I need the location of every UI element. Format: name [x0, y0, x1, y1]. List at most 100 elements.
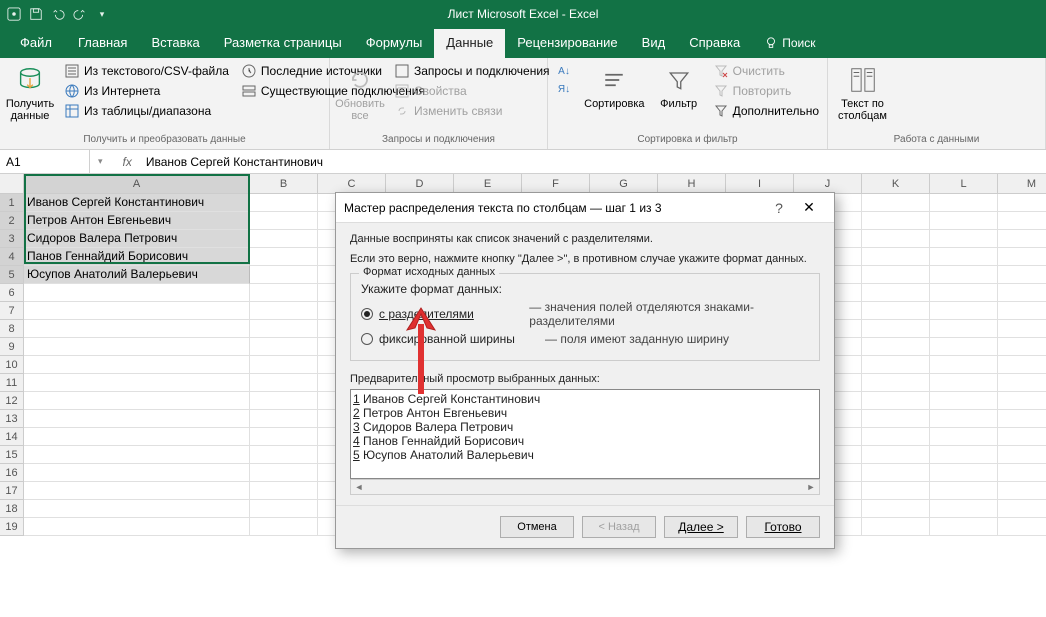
row-header[interactable]: 2	[0, 212, 23, 230]
cell[interactable]	[24, 446, 250, 464]
cell[interactable]: Петров Антон Евгеньевич	[24, 212, 250, 230]
cell[interactable]	[862, 464, 930, 482]
tab-home[interactable]: Главная	[66, 29, 139, 58]
cell[interactable]	[930, 428, 998, 446]
cell[interactable]	[250, 230, 318, 248]
row-header[interactable]: 16	[0, 464, 23, 482]
cell[interactable]	[862, 374, 930, 392]
row-header[interactable]: 12	[0, 392, 23, 410]
cell[interactable]	[930, 518, 998, 536]
column-header[interactable]: A	[24, 174, 250, 193]
row-header[interactable]: 10	[0, 356, 23, 374]
cell[interactable]	[862, 392, 930, 410]
row-header[interactable]: 17	[0, 482, 23, 500]
column-header[interactable]: B	[250, 174, 318, 193]
name-box[interactable]: A1	[0, 150, 90, 173]
cell[interactable]	[24, 284, 250, 302]
get-data-button[interactable]: Получить данные	[6, 62, 54, 124]
column-header[interactable]: J	[794, 174, 862, 193]
cell[interactable]	[998, 374, 1046, 392]
cell[interactable]	[24, 500, 250, 518]
tab-view[interactable]: Вид	[630, 29, 678, 58]
cell[interactable]	[930, 266, 998, 284]
from-csv-button[interactable]: Из текстового/CSV-файла	[62, 62, 231, 80]
cell[interactable]	[998, 302, 1046, 320]
cell[interactable]	[930, 194, 998, 212]
cell[interactable]	[250, 338, 318, 356]
advanced-filter-button[interactable]: Дополнительно	[711, 102, 821, 120]
cell[interactable]	[998, 356, 1046, 374]
sort-za-button[interactable]: Я↓	[554, 80, 574, 98]
cell[interactable]	[998, 248, 1046, 266]
column-header[interactable]: H	[658, 174, 726, 193]
column-header[interactable]: C	[318, 174, 386, 193]
cell[interactable]	[930, 338, 998, 356]
cell[interactable]: Панов Геннайдий Борисович	[24, 248, 250, 266]
qat-customize-icon[interactable]: ▾	[94, 6, 110, 22]
cell[interactable]	[250, 194, 318, 212]
cell[interactable]	[930, 374, 998, 392]
row-header[interactable]: 9	[0, 338, 23, 356]
redo-icon[interactable]	[72, 6, 88, 22]
formula-input[interactable]	[140, 153, 1046, 171]
next-button[interactable]: Далее >	[664, 516, 738, 538]
cell[interactable]	[862, 212, 930, 230]
cell[interactable]	[862, 500, 930, 518]
radio-fixed-width[interactable]: фиксированной ширины — поля имеют заданн…	[361, 332, 809, 346]
tell-me-search[interactable]: Поиск	[752, 30, 827, 58]
sort-button[interactable]: Сортировка	[582, 62, 647, 112]
row-header[interactable]: 7	[0, 302, 23, 320]
cell[interactable]	[250, 392, 318, 410]
cell[interactable]	[250, 320, 318, 338]
cell[interactable]	[862, 518, 930, 536]
cell[interactable]	[930, 230, 998, 248]
row-header[interactable]: 14	[0, 428, 23, 446]
cell[interactable]	[998, 266, 1046, 284]
cell[interactable]: Иванов Сергей Константинович	[24, 194, 250, 212]
cell[interactable]	[930, 482, 998, 500]
cell[interactable]	[250, 284, 318, 302]
cell[interactable]: Юсупов Анатолий Валерьевич	[24, 266, 250, 284]
column-header[interactable]: K	[862, 174, 930, 193]
scroll-left-icon[interactable]: ◄	[351, 480, 367, 494]
cell[interactable]	[862, 410, 930, 428]
column-header[interactable]: I	[726, 174, 794, 193]
column-header[interactable]: L	[930, 174, 998, 193]
cell[interactable]	[998, 392, 1046, 410]
cell[interactable]	[998, 212, 1046, 230]
cell[interactable]	[862, 338, 930, 356]
cell[interactable]	[930, 212, 998, 230]
tab-insert[interactable]: Вставка	[139, 29, 211, 58]
row-header[interactable]: 11	[0, 374, 23, 392]
cell[interactable]	[250, 428, 318, 446]
cell[interactable]	[24, 482, 250, 500]
scroll-right-icon[interactable]: ►	[803, 480, 819, 494]
cell[interactable]	[862, 284, 930, 302]
from-web-button[interactable]: Из Интернета	[62, 82, 231, 100]
cell[interactable]	[930, 320, 998, 338]
tab-review[interactable]: Рецензирование	[505, 29, 629, 58]
row-header[interactable]: 3	[0, 230, 23, 248]
cell[interactable]	[250, 266, 318, 284]
cell[interactable]	[930, 392, 998, 410]
cell[interactable]	[998, 338, 1046, 356]
radio-delimited[interactable]: с разделителями — значения полей отделяю…	[361, 300, 809, 328]
cell[interactable]	[250, 446, 318, 464]
cell[interactable]	[862, 230, 930, 248]
dropdown-icon[interactable]: ▾	[98, 156, 103, 167]
tab-formulas[interactable]: Формулы	[354, 29, 435, 58]
column-header[interactable]: D	[386, 174, 454, 193]
cell[interactable]	[930, 410, 998, 428]
autosave-icon[interactable]	[6, 6, 22, 22]
refresh-all-button[interactable]: Обновить все	[336, 62, 384, 124]
column-header[interactable]: M	[998, 174, 1046, 193]
cell[interactable]	[998, 194, 1046, 212]
cell[interactable]	[998, 410, 1046, 428]
row-header[interactable]: 13	[0, 410, 23, 428]
row-header[interactable]: 6	[0, 284, 23, 302]
row-header[interactable]: 15	[0, 446, 23, 464]
fx-icon[interactable]: fx	[123, 155, 132, 169]
from-table-button[interactable]: Из таблицы/диапазона	[62, 102, 231, 120]
cell[interactable]	[250, 464, 318, 482]
cell[interactable]	[862, 428, 930, 446]
